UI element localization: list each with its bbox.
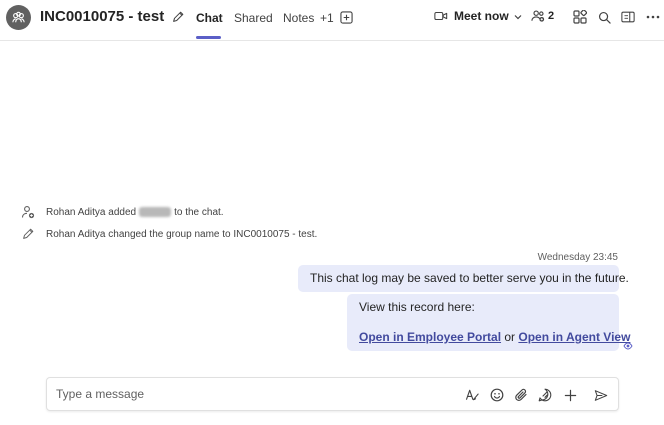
group-avatar[interactable] bbox=[6, 5, 31, 30]
apps-icon bbox=[573, 10, 587, 24]
more-actions-button[interactable] bbox=[562, 387, 578, 403]
message-text: This chat log may be saved to better ser… bbox=[310, 271, 629, 285]
video-camera-icon bbox=[434, 11, 448, 21]
more-horizontal-icon bbox=[646, 15, 660, 19]
message-links: Open in Employee Portal or Open in Agent… bbox=[359, 330, 630, 344]
group-icon bbox=[12, 11, 25, 23]
message-bubble: View this record here: Open in Employee … bbox=[347, 294, 630, 351]
paperclip-icon bbox=[515, 388, 527, 401]
chevron-down-icon[interactable] bbox=[513, 12, 523, 22]
apps-button[interactable] bbox=[572, 9, 588, 25]
tab-shared[interactable]: Shared bbox=[234, 11, 273, 25]
system-message-renamed: Rohan Aditya changed the group name to I… bbox=[20, 226, 317, 242]
message-bubble: This chat log may be saved to better ser… bbox=[298, 265, 629, 292]
message-composer bbox=[46, 377, 619, 411]
side-panel-button[interactable] bbox=[620, 9, 636, 25]
tab-notes[interactable]: Notes bbox=[283, 11, 314, 25]
side-panel-icon bbox=[621, 11, 635, 23]
attach-button[interactable] bbox=[513, 387, 529, 403]
open-in-employee-portal-link[interactable]: Open in Employee Portal bbox=[359, 330, 501, 344]
send-icon bbox=[594, 389, 608, 401]
loop-compose-icon bbox=[538, 388, 552, 402]
redacted-name bbox=[139, 207, 172, 217]
message-timestamp: Wednesday 23:45 bbox=[537, 252, 618, 263]
loop-button[interactable] bbox=[537, 387, 553, 403]
message-text: View this record here: bbox=[359, 300, 475, 314]
chat-header: INC0010075 - test Chat Shared Notes +1 M… bbox=[0, 0, 664, 41]
meet-now-label: Meet now bbox=[454, 9, 509, 23]
chat-title: INC0010075 - test bbox=[40, 8, 165, 25]
send-button[interactable] bbox=[593, 387, 609, 403]
emoji-icon bbox=[490, 388, 504, 402]
system-message-text-before: Rohan Aditya added bbox=[46, 206, 137, 218]
add-tab-button[interactable] bbox=[339, 10, 353, 24]
meet-now-button[interactable]: Meet now bbox=[434, 9, 509, 23]
more-options-button[interactable] bbox=[645, 9, 661, 25]
format-text-icon bbox=[465, 389, 479, 401]
tab-more[interactable]: +1 bbox=[320, 11, 334, 25]
pencil-icon bbox=[173, 11, 184, 22]
person-add-icon bbox=[20, 204, 36, 220]
plus-square-icon bbox=[339, 10, 353, 24]
system-message-text: Rohan Aditya changed the group name to I… bbox=[46, 228, 318, 240]
open-in-agent-view-link[interactable]: Open in Agent View bbox=[518, 330, 630, 344]
search-icon bbox=[598, 11, 611, 24]
tab-chat[interactable]: Chat bbox=[196, 11, 223, 25]
pencil-icon bbox=[20, 226, 36, 242]
rename-button[interactable] bbox=[170, 9, 186, 25]
plus-icon bbox=[564, 389, 576, 401]
seen-eye-icon bbox=[623, 342, 633, 350]
search-button[interactable] bbox=[596, 9, 612, 25]
system-message-member-added: Rohan Aditya added to the chat. bbox=[20, 204, 224, 220]
message-input[interactable] bbox=[56, 386, 436, 402]
system-message-text-after: to the chat. bbox=[174, 206, 224, 218]
link-connector: or bbox=[504, 330, 516, 344]
active-tab-indicator bbox=[196, 36, 221, 39]
format-button[interactable] bbox=[464, 387, 480, 403]
emoji-button[interactable] bbox=[489, 387, 505, 403]
participants-button[interactable]: 2 bbox=[531, 9, 554, 23]
people-icon bbox=[531, 10, 545, 22]
participants-count: 2 bbox=[548, 10, 555, 22]
